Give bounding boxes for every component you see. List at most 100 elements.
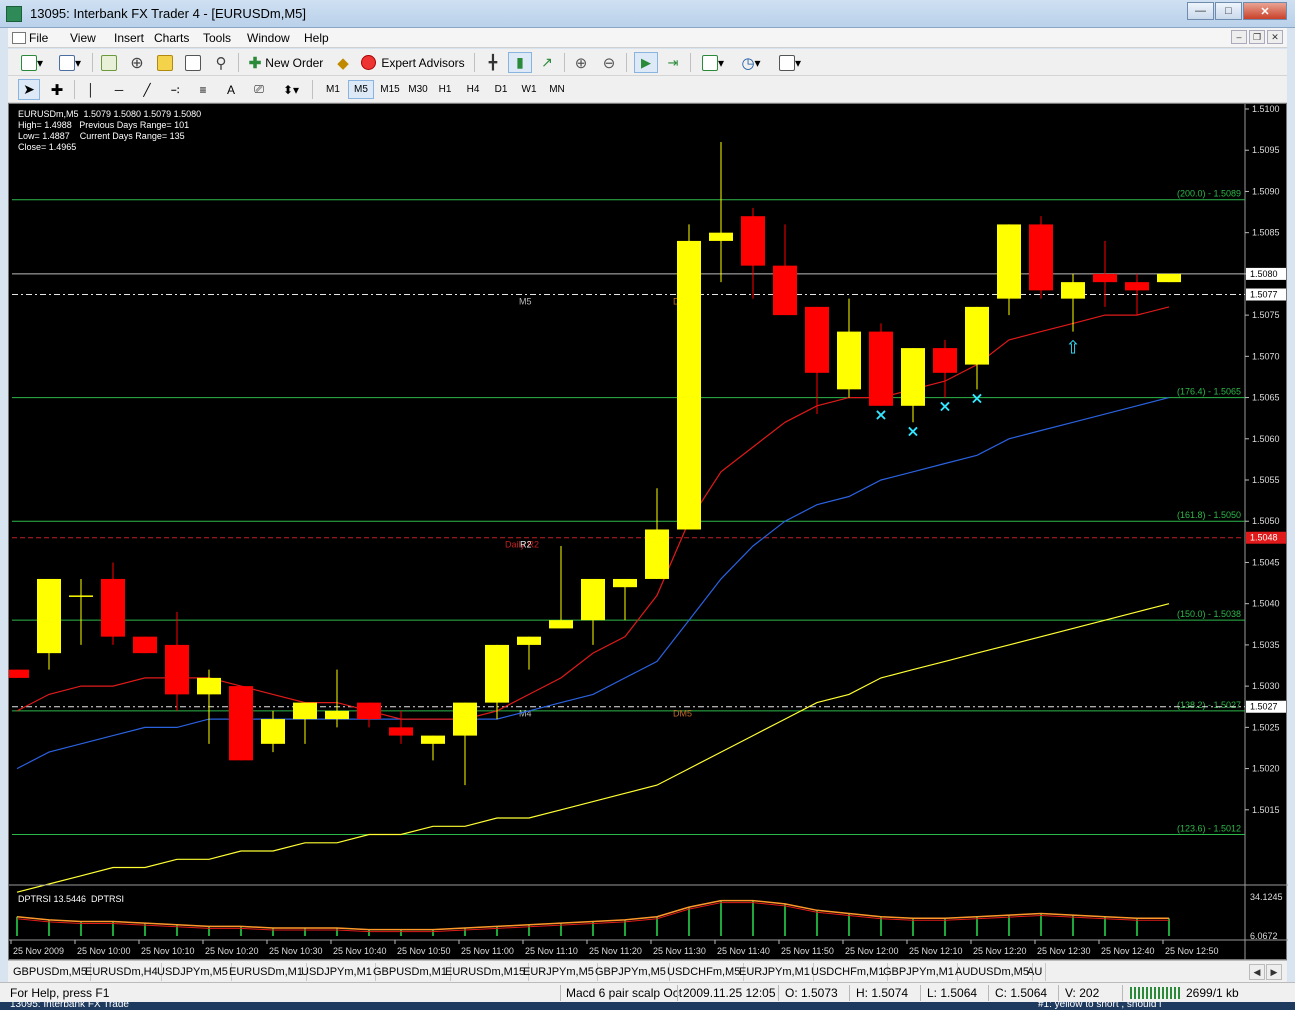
timeframe-w1[interactable]: W1 xyxy=(516,80,542,99)
status-low: L: 1.5064 xyxy=(927,986,978,1000)
price-tick-label: 1.5065 xyxy=(1252,393,1280,403)
taskbar-item-terminal[interactable]: 13095: Interbank FX Trade xyxy=(10,1002,129,1010)
menu-charts[interactable]: Charts xyxy=(154,31,189,45)
strategy-tester-button[interactable]: ⚲ xyxy=(210,52,232,73)
market-watch-button[interactable] xyxy=(98,52,120,73)
candle-bear xyxy=(1125,282,1149,291)
menu-insert[interactable]: Insert xyxy=(114,31,144,45)
fib-level-label: (123.6) - 1.5012 xyxy=(1177,824,1241,834)
cursor-tool[interactable]: ➤ xyxy=(18,79,40,100)
signal-cross-icon: × xyxy=(874,405,887,424)
minimize-button[interactable]: — xyxy=(1187,2,1214,20)
chart-tab[interactable]: GBPJPYm,M5 xyxy=(592,963,670,981)
new-chart-button[interactable]: ▾ xyxy=(16,52,48,73)
chart-tab[interactable]: EURUSDm,H4 xyxy=(82,963,162,981)
timeframe-m1[interactable]: M1 xyxy=(320,80,346,99)
metaeditor-button[interactable]: ◆ xyxy=(332,52,354,73)
expert-advisors-button[interactable]: Expert Advisors xyxy=(358,52,468,73)
crosshair-tool[interactable]: ✚ xyxy=(46,79,68,100)
timeframe-m5[interactable]: M5 xyxy=(348,80,374,99)
chart-tab[interactable]: EURUSDm,M15 xyxy=(442,963,530,981)
profiles-button[interactable]: ▾ xyxy=(54,52,86,73)
new-order-button[interactable]: ✚ New Order xyxy=(244,52,328,73)
menu-view[interactable]: View xyxy=(70,31,96,45)
chart-tab[interactable]: GBPUSDm,M1 xyxy=(370,963,451,981)
market-watch-icon xyxy=(101,54,117,71)
candle-bull xyxy=(645,529,669,579)
auto-scroll-button[interactable]: ▶ xyxy=(634,52,658,73)
navigator-button[interactable] xyxy=(154,52,176,73)
chart-tab[interactable]: USDCHFm,M1 xyxy=(808,963,889,981)
tab-scroll-left-icon[interactable]: ◀ xyxy=(1249,964,1265,980)
candle-bull xyxy=(453,702,477,736)
price-chart[interactable]: 1.5100 1.5095 1.5090 1.5085 1.5080 1.5075 1.50… xyxy=(9,104,1288,961)
candle-bull xyxy=(677,240,701,530)
time-tick-label: 25 Nov 10:40 xyxy=(333,946,387,956)
chart-tab[interactable]: EURJPYm,M1 xyxy=(736,963,814,981)
bar-chart-button[interactable]: ╋ xyxy=(482,52,504,73)
timeframe-h4[interactable]: H4 xyxy=(460,80,486,99)
chart-shift-button[interactable]: ⇥ xyxy=(662,52,684,73)
chart-restore-button[interactable]: ❐ xyxy=(1249,30,1265,44)
price-tick-label: 1.5015 xyxy=(1252,805,1280,815)
data-window-button[interactable]: ⊕ xyxy=(126,52,148,73)
menu-file[interactable]: File xyxy=(12,31,48,45)
chart-tab[interactable]: USDJPYm,M5 xyxy=(154,963,232,981)
horizontal-line-tool[interactable]: ─ xyxy=(108,79,130,100)
menu-help[interactable]: Help xyxy=(304,31,329,45)
chart-close-button[interactable]: ✕ xyxy=(1267,30,1283,44)
menu-window[interactable]: Window xyxy=(247,31,290,45)
chart-tab[interactable]: USDCHFm,M5 xyxy=(664,963,745,981)
price-tick-label: 1.5050 xyxy=(1252,516,1280,526)
timeframe-m30[interactable]: M30 xyxy=(404,80,432,99)
chart-tab[interactable]: AU xyxy=(1024,963,1047,981)
templates-button[interactable]: ▾ xyxy=(772,52,808,73)
chart-tab[interactable]: USDJPYm,M1 xyxy=(298,963,376,981)
time-tick-label: 25 Nov 10:10 xyxy=(141,946,195,956)
periods-button[interactable]: ◷ ▾ xyxy=(734,52,768,73)
chart-tab[interactable]: AUDUSDm,M5 xyxy=(952,963,1033,981)
zoom-in-button[interactable]: ⊕ xyxy=(570,52,592,73)
timeframe-h1[interactable]: H1 xyxy=(432,80,458,99)
line-chart-button[interactable]: ↗ xyxy=(536,52,558,73)
timeframe-m15[interactable]: M15 xyxy=(376,80,404,99)
candle-bull xyxy=(261,719,285,744)
chart-tab[interactable]: EURUSDm,M1 xyxy=(226,963,307,981)
chart-minimize-button[interactable]: – xyxy=(1231,30,1247,44)
equidistant-channel-tool[interactable]: ∹ xyxy=(164,79,186,100)
trendline-tool[interactable]: ╱ xyxy=(136,79,158,100)
time-tick-label: 25 Nov 11:50 xyxy=(781,946,834,956)
time-tick-label: 25 Nov 2009 xyxy=(13,946,64,956)
candle-bull xyxy=(709,232,733,241)
text-icon: A xyxy=(226,82,235,97)
bar-chart-icon: ╋ xyxy=(488,54,498,70)
terminal-button[interactable] xyxy=(182,52,204,73)
time-tick-label: 25 Nov 12:50 xyxy=(1165,946,1219,956)
timeframe-mn[interactable]: MN xyxy=(544,80,570,99)
chart-tab[interactable]: GBPJPYm,M1 xyxy=(880,963,958,981)
zoom-out-button[interactable]: ⊖ xyxy=(598,52,620,73)
status-bar: For Help, press F1 Macd 6 pair scalp Oct… xyxy=(0,982,1295,1002)
indicators-button[interactable]: ▾ xyxy=(696,52,730,73)
candlestick-chart-button[interactable]: ▮ xyxy=(508,52,532,73)
maximize-button[interactable]: □ xyxy=(1215,2,1242,20)
text-label-tool[interactable]: ⎚ xyxy=(248,79,270,100)
taskbar-item-note[interactable]: #1: yellow to short , should l xyxy=(1038,1002,1161,1010)
menu-tools[interactable]: Tools xyxy=(203,31,231,45)
text-tool[interactable]: A xyxy=(220,79,242,100)
candle-bull xyxy=(997,224,1021,299)
vertical-line-tool[interactable]: │ xyxy=(80,79,102,100)
timeframe-d1[interactable]: D1 xyxy=(488,80,514,99)
candle-bull xyxy=(837,331,861,390)
chart-tab[interactable]: EURJPYm,M5 xyxy=(520,963,598,981)
arrows-tool[interactable]: ⬍▾ xyxy=(276,79,306,100)
time-tick-label: 25 Nov 10:20 xyxy=(205,946,259,956)
tab-scroll-right-icon[interactable]: ▶ xyxy=(1266,964,1282,980)
fibonacci-tool[interactable]: ≡ xyxy=(192,79,214,100)
expert-advisors-icon xyxy=(361,55,377,70)
price-tick-label: 1.5030 xyxy=(1252,681,1280,691)
chart-window[interactable]: 1.5100 1.5095 1.5090 1.5085 1.5080 1.5075 1.50… xyxy=(8,103,1288,961)
close-button[interactable]: ✕ xyxy=(1243,2,1287,20)
fibonacci-icon: ≡ xyxy=(199,82,207,97)
chart-tab[interactable]: GBPUSDm,M5 xyxy=(10,963,91,981)
